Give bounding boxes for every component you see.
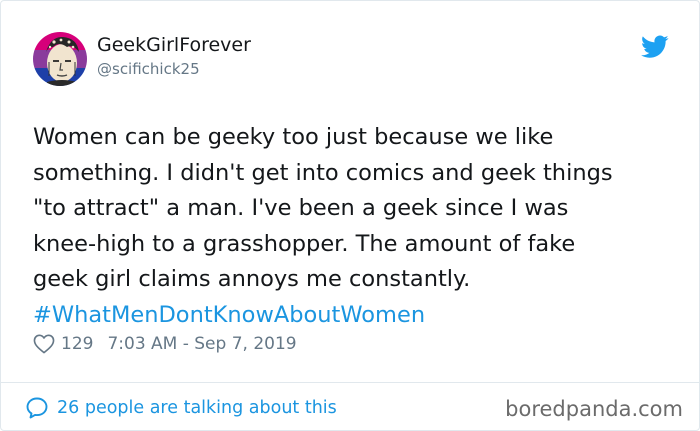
heart-icon[interactable] xyxy=(33,334,55,354)
avatar-image xyxy=(33,32,87,86)
avatar[interactable] xyxy=(33,32,87,86)
source-watermark: boredpanda.com xyxy=(505,397,683,421)
tweet-text-line: Women can be geeky too just because we l… xyxy=(33,124,554,150)
display-name[interactable]: GeekGirlForever xyxy=(97,32,251,58)
tweet-meta: 129 7:03 AM - Sep 7, 2019 xyxy=(33,331,297,357)
like-count: 129 xyxy=(61,334,94,354)
user-handle[interactable]: @scifichick25 xyxy=(97,59,200,79)
twitter-bird-icon[interactable] xyxy=(641,35,669,59)
tweet-text-line: something. I didn't get into comics and … xyxy=(33,159,613,186)
speech-bubble-icon xyxy=(26,397,48,419)
hashtag-link[interactable]: #WhatMenDontKnowAboutWomen xyxy=(33,298,673,334)
conversation-link-label: 26 people are talking about this xyxy=(57,398,337,418)
tweet-card: GeekGirlForever @scifichick25 Women can … xyxy=(0,0,700,431)
timestamp-link[interactable]: 7:03 AM - Sep 7, 2019 xyxy=(107,334,296,354)
divider xyxy=(1,382,699,383)
tweet-text: Women can be geeky too just because we l… xyxy=(33,120,673,334)
tweet-text-line: geek girl claims annoys me constantly. xyxy=(33,266,471,293)
tweet-text-line: "to attract" a man. I've been a geek sin… xyxy=(33,195,569,222)
tweet-text-line: knee-high to a grasshopper. The amount o… xyxy=(33,230,576,257)
conversation-link[interactable]: 26 people are talking about this xyxy=(25,395,337,421)
